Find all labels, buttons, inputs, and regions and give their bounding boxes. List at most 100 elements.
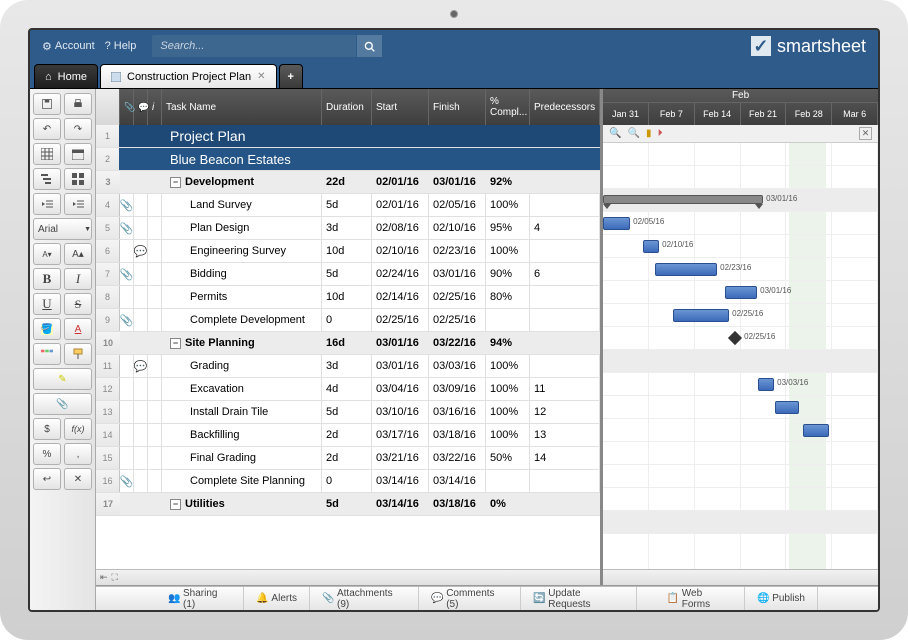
gantt-row[interactable] <box>603 143 878 166</box>
row-number[interactable]: 17 <box>96 493 120 515</box>
row-info-cell[interactable] <box>148 493 162 515</box>
row-discussion-cell[interactable]: 💬 <box>134 355 148 377</box>
row-discussion-cell[interactable] <box>134 401 148 423</box>
row-number[interactable]: 14 <box>96 424 120 446</box>
comp-cell[interactable]: 100% <box>486 355 530 377</box>
gantt-row[interactable] <box>603 442 878 465</box>
row-discussion-cell[interactable] <box>134 263 148 285</box>
row-number[interactable]: 1 <box>96 125 120 147</box>
finish-cell[interactable]: 03/01/16 <box>429 263 486 285</box>
task-name-cell[interactable]: −Development <box>162 171 322 193</box>
row-number[interactable]: 9 <box>96 309 120 331</box>
row-info-cell[interactable] <box>148 470 162 492</box>
table-row[interactable]: 11💬Grading3d03/01/1603/03/16100% <box>96 355 600 378</box>
card-view-button[interactable] <box>64 168 92 190</box>
start-cell[interactable]: 03/01/16 <box>372 355 429 377</box>
row-discussion-cell[interactable] <box>134 194 148 216</box>
gantt-row[interactable] <box>603 465 878 488</box>
sharing-button[interactable]: 👥Sharing (1) <box>156 587 244 610</box>
account-link[interactable]: ⚙ Account <box>42 40 95 53</box>
outdent-button[interactable] <box>33 193 61 215</box>
comp-cell[interactable]: 92% <box>486 171 530 193</box>
table-row[interactable]: 3−Development22d02/01/1603/01/1692% <box>96 171 600 194</box>
task-name-cell[interactable]: Land Survey <box>162 194 322 216</box>
start-cell[interactable]: 02/25/16 <box>372 309 429 331</box>
finish-cell[interactable]: 03/18/16 <box>429 493 486 515</box>
publish-button[interactable]: 🌐Publish <box>745 587 818 610</box>
row-number[interactable]: 16 <box>96 470 120 492</box>
gantt-row[interactable]: 03/01/16 <box>603 281 878 304</box>
pred-cell[interactable] <box>530 125 600 147</box>
alerts-button[interactable]: 🔔Alerts <box>244 587 310 610</box>
finish-cell[interactable]: 03/22/16 <box>429 447 486 469</box>
gantt-row[interactable]: 02/23/16 <box>603 258 878 281</box>
currency-button[interactable]: $ <box>33 418 61 440</box>
col-complete[interactable]: % Compl... <box>486 89 530 125</box>
pred-cell[interactable] <box>530 286 600 308</box>
tab-home[interactable]: ⌂ Home <box>34 64 98 88</box>
finish-cell[interactable]: 03/14/16 <box>429 470 486 492</box>
gantt-week-label[interactable]: Feb 7 <box>649 103 695 125</box>
row-number[interactable]: 13 <box>96 401 120 423</box>
start-cell[interactable]: 03/10/16 <box>372 401 429 423</box>
row-number[interactable]: 8 <box>96 286 120 308</box>
col-finish[interactable]: Finish <box>429 89 486 125</box>
finish-cell[interactable] <box>429 148 486 170</box>
calendar-view-button[interactable] <box>64 143 92 165</box>
col-attachment[interactable]: 📎 <box>120 89 134 125</box>
pred-cell[interactable] <box>530 194 600 216</box>
row-number[interactable]: 5 <box>96 217 120 239</box>
gantt-milestone[interactable] <box>728 331 742 345</box>
row-info-cell[interactable] <box>148 194 162 216</box>
thousands-button[interactable]: , <box>64 443 92 465</box>
col-predecessors[interactable]: Predecessors <box>530 89 600 125</box>
gantt-row[interactable] <box>603 350 878 373</box>
gantt-row[interactable]: 02/25/16 <box>603 327 878 350</box>
finish-cell[interactable]: 02/10/16 <box>429 217 486 239</box>
table-row[interactable]: 8Permits10d02/14/1602/25/1680% <box>96 286 600 309</box>
pred-cell[interactable]: 12 <box>530 401 600 423</box>
dur-cell[interactable]: 5d <box>322 493 372 515</box>
pred-cell[interactable]: 11 <box>530 378 600 400</box>
gantt-scroll-bar[interactable] <box>603 569 878 585</box>
task-name-cell[interactable]: Project Plan <box>162 125 322 147</box>
dur-cell[interactable]: 22d <box>322 171 372 193</box>
row-attachment-cell[interactable] <box>120 424 134 446</box>
row-discussion-cell[interactable] <box>134 378 148 400</box>
pred-cell[interactable]: 13 <box>530 424 600 446</box>
gantt-body[interactable]: 03/01/1602/05/1602/10/1602/23/1603/01/16… <box>603 143 878 569</box>
dur-cell[interactable]: 5d <box>322 263 372 285</box>
table-row[interactable]: 4📎Land Survey5d02/01/1602/05/16100% <box>96 194 600 217</box>
comp-cell[interactable]: 50% <box>486 447 530 469</box>
grid-scroll-bar[interactable]: ⇤ ⛶ <box>96 569 600 585</box>
gantt-bar[interactable] <box>725 286 757 299</box>
row-attachment-cell[interactable] <box>120 401 134 423</box>
pred-cell[interactable] <box>530 493 600 515</box>
row-attachment-cell[interactable]: 📎 <box>120 217 134 239</box>
col-info[interactable]: i <box>148 89 162 125</box>
row-discussion-cell[interactable] <box>134 148 148 170</box>
grid-view-button[interactable] <box>33 143 61 165</box>
gantt-bar[interactable] <box>673 309 729 322</box>
dur-cell[interactable]: 5d <box>322 401 372 423</box>
dur-cell[interactable] <box>322 148 372 170</box>
gantt-close-button[interactable]: ✕ <box>859 127 872 140</box>
search-button[interactable] <box>356 35 382 57</box>
row-info-cell[interactable] <box>148 401 162 423</box>
update-requests-button[interactable]: 🔄Update Requests <box>521 587 637 610</box>
table-row[interactable]: 7📎Bidding5d02/24/1603/01/1690%6 <box>96 263 600 286</box>
row-number[interactable]: 10 <box>96 332 120 354</box>
zoom-in-icon[interactable]: 🔍 <box>609 128 621 139</box>
gantt-week-label[interactable]: Feb 21 <box>741 103 787 125</box>
row-attachment-cell[interactable] <box>120 447 134 469</box>
comp-cell[interactable]: 100% <box>486 401 530 423</box>
pred-cell[interactable]: 14 <box>530 447 600 469</box>
comp-cell[interactable]: 95% <box>486 217 530 239</box>
row-info-cell[interactable] <box>148 332 162 354</box>
zoom-out-icon[interactable]: 🔍 <box>628 128 640 139</box>
goto-today-icon[interactable]: ⏵ <box>658 128 663 139</box>
row-discussion-cell[interactable] <box>134 424 148 446</box>
start-cell[interactable]: 02/01/16 <box>372 171 429 193</box>
row-number[interactable]: 7 <box>96 263 120 285</box>
row-discussion-cell[interactable] <box>134 447 148 469</box>
